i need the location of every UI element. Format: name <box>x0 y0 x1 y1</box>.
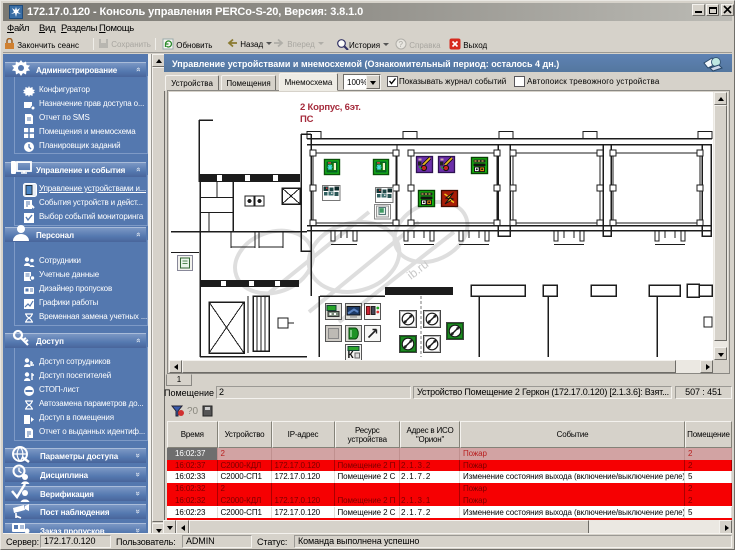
svg-text:К: К <box>348 350 355 360</box>
svg-text:?: ? <box>399 40 404 49</box>
svg-text:ПС: ПС <box>300 114 314 125</box>
svg-text:2 Корпус, 6эт.: 2 Корпус, 6эт. <box>300 102 361 113</box>
